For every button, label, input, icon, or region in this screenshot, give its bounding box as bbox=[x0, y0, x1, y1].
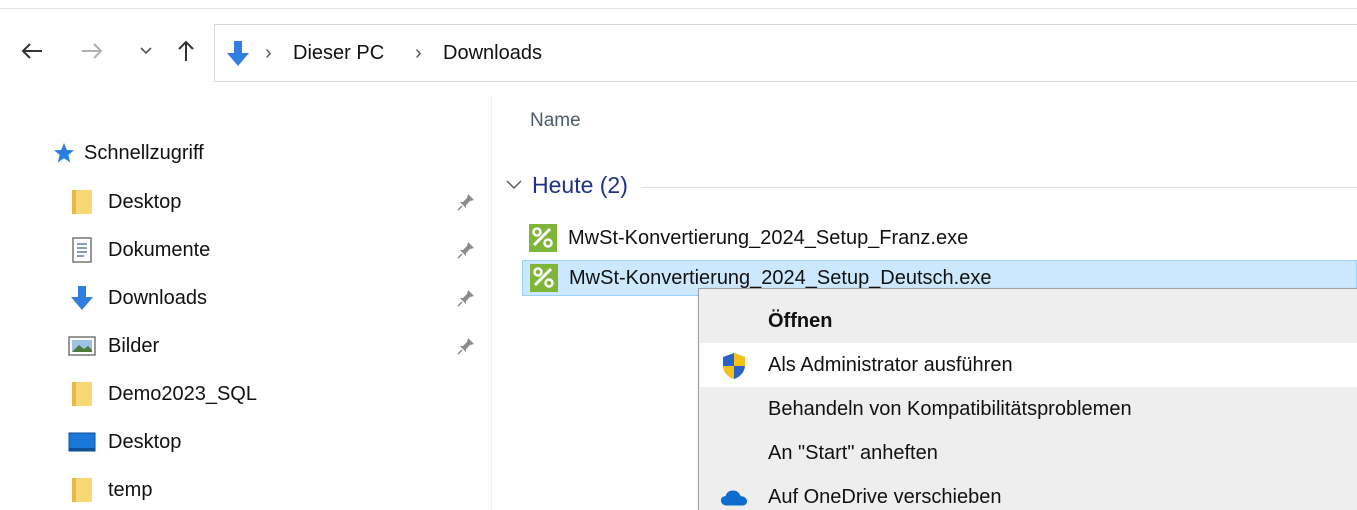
menu-item-label: An "Start" anheften bbox=[768, 441, 938, 464]
group-divider bbox=[641, 186, 1357, 188]
sidebar-item-downloads[interactable]: Downloads bbox=[68, 278, 488, 318]
pin-icon[interactable] bbox=[456, 288, 476, 313]
pin-icon[interactable] bbox=[456, 336, 476, 361]
window-top-border bbox=[0, 8, 1357, 9]
arrow-up-icon bbox=[178, 40, 194, 61]
quick-access-label: Schnellzugriff bbox=[84, 141, 204, 164]
breadcrumb-separator: › bbox=[265, 42, 272, 64]
sidebar-item-demo2023-sql[interactable]: Demo2023_SQL bbox=[68, 374, 488, 414]
file-name: MwSt-Konvertierung_2024_Setup_Franz.exe bbox=[568, 226, 969, 249]
documents-icon bbox=[68, 236, 96, 264]
column-header-name[interactable]: Name bbox=[530, 110, 581, 132]
menu-item-open[interactable]: Öffnen bbox=[700, 299, 1357, 343]
chevron-down-icon bbox=[140, 47, 152, 55]
sidebar-item-temp[interactable]: temp bbox=[68, 470, 488, 510]
menu-item-label: Als Administrator ausführen bbox=[768, 353, 1013, 376]
download-arrow-icon bbox=[68, 284, 96, 312]
breadcrumb-downloads[interactable]: Downloads bbox=[443, 42, 542, 65]
back-button[interactable] bbox=[18, 36, 46, 66]
download-arrow-icon bbox=[223, 39, 253, 74]
sidebar-item-label: Dokumente bbox=[108, 238, 211, 261]
navigation-bar: › Dieser PC › Downloads bbox=[0, 22, 1357, 82]
pictures-icon bbox=[68, 332, 96, 360]
menu-item-troubleshoot-compatibility[interactable]: Behandeln von Kompatibilitätsproblemen bbox=[700, 387, 1357, 431]
recent-locations-button[interactable] bbox=[132, 36, 160, 66]
sidebar-item-desktop[interactable]: Desktop bbox=[68, 182, 488, 222]
context-menu: Öffnen Als Administrator ausführen Behan… bbox=[698, 288, 1357, 510]
menu-item-run-as-admin[interactable]: Als Administrator ausführen bbox=[700, 343, 1357, 387]
pin-icon[interactable] bbox=[456, 192, 476, 217]
sidebar-item-label: Bilder bbox=[108, 334, 160, 357]
sidebar-item-label: Demo2023_SQL bbox=[108, 382, 257, 405]
address-bar[interactable]: › Dieser PC › Downloads bbox=[214, 24, 1357, 82]
onedrive-cloud-icon bbox=[720, 484, 748, 510]
file-name: MwSt-Konvertierung_2024_Setup_Deutsch.ex… bbox=[569, 266, 992, 289]
sidebar-item-documents[interactable]: Dokumente bbox=[68, 230, 488, 270]
group-header-today[interactable]: Heute (2) bbox=[506, 168, 1357, 202]
menu-item-label: Auf OneDrive verschieben bbox=[768, 485, 1002, 508]
installer-icon bbox=[530, 264, 558, 292]
menu-item-label: Öffnen bbox=[768, 309, 833, 332]
quick-access-item[interactable]: Schnellzugriff bbox=[52, 138, 204, 168]
arrow-left-icon bbox=[21, 43, 42, 59]
group-label: Heute (2) bbox=[532, 171, 628, 198]
file-row-franz[interactable]: MwSt-Konvertierung_2024_Setup_Franz.exe bbox=[522, 220, 1357, 256]
menu-item-label: Behandeln von Kompatibilitätsproblemen bbox=[768, 397, 1132, 420]
arrow-right-icon bbox=[82, 43, 103, 59]
folder-icon bbox=[68, 380, 96, 408]
sidebar-item-label: Desktop bbox=[108, 430, 182, 453]
sidebar-item-desktop-2[interactable]: Desktop bbox=[68, 422, 488, 462]
installer-icon bbox=[529, 224, 557, 252]
breadcrumb-separator: › bbox=[415, 42, 422, 64]
menu-item-move-to-onedrive[interactable]: Auf OneDrive verschieben bbox=[700, 475, 1357, 510]
desktop-icon bbox=[68, 428, 96, 456]
menu-item-pin-to-start[interactable]: An "Start" anheften bbox=[700, 431, 1357, 475]
sidebar-item-label: Downloads bbox=[108, 286, 207, 309]
uac-shield-icon bbox=[720, 352, 748, 380]
navigation-pane: Schnellzugriff Desktop Dokumente Downloa… bbox=[0, 96, 492, 510]
forward-button[interactable] bbox=[78, 36, 106, 66]
folder-icon bbox=[68, 188, 96, 216]
folder-icon bbox=[68, 476, 96, 504]
star-icon bbox=[54, 143, 74, 163]
pin-icon[interactable] bbox=[456, 240, 476, 265]
chevron-down-icon bbox=[506, 180, 522, 189]
sidebar-item-label: Desktop bbox=[108, 190, 182, 213]
up-button[interactable] bbox=[172, 36, 200, 66]
sidebar-item-pictures[interactable]: Bilder bbox=[68, 326, 488, 366]
breadcrumb-this-pc[interactable]: Dieser PC bbox=[293, 42, 384, 65]
sidebar-item-label: temp bbox=[108, 478, 153, 501]
